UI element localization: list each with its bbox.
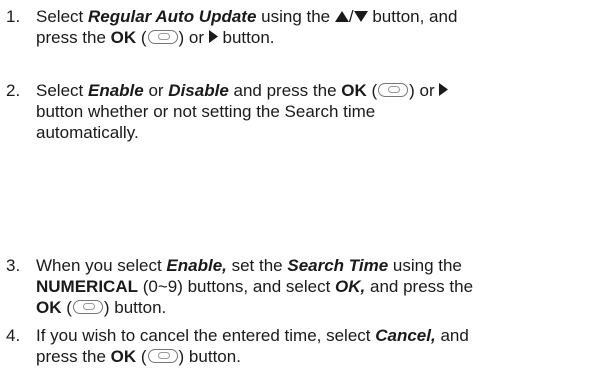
ok-button-icon xyxy=(147,349,178,363)
step-text: Select Enable or Disable and press the O… xyxy=(36,80,592,143)
option-cancel: Cancel, xyxy=(375,326,436,345)
step-text: When you select Enable, set the Search T… xyxy=(36,256,474,317)
ok-button-icon xyxy=(147,30,178,44)
right-arrow-icon xyxy=(208,30,218,43)
ok-button-icon xyxy=(72,300,103,314)
option-ok: OK, xyxy=(335,277,366,296)
numerical-label: NUMERICAL xyxy=(36,277,138,296)
menu-item-regular-auto-update: Regular Auto Update xyxy=(87,7,257,26)
down-arrow-icon xyxy=(353,11,368,22)
step-number: 3. xyxy=(6,256,21,275)
ok-label: OK xyxy=(110,28,137,47)
field-search-time: Search Time xyxy=(287,256,389,275)
step-text: If you wish to cancel the entered time, … xyxy=(36,326,469,366)
option-enable: Enable, xyxy=(166,256,227,275)
option-disable: Disable xyxy=(168,81,229,100)
ok-button-icon xyxy=(378,83,409,97)
option-enable: Enable xyxy=(87,81,144,100)
up-arrow-icon xyxy=(334,11,349,22)
step-number: 4. xyxy=(6,326,21,345)
step-number: 1. xyxy=(6,7,21,26)
step-text: Select Regular Auto Update using the / b… xyxy=(36,7,458,47)
ok-label: OK xyxy=(36,298,62,317)
step-number: 2. xyxy=(6,81,21,100)
right-arrow-icon xyxy=(439,83,449,96)
ok-label: OK xyxy=(341,81,367,100)
ok-label: OK xyxy=(110,347,137,366)
